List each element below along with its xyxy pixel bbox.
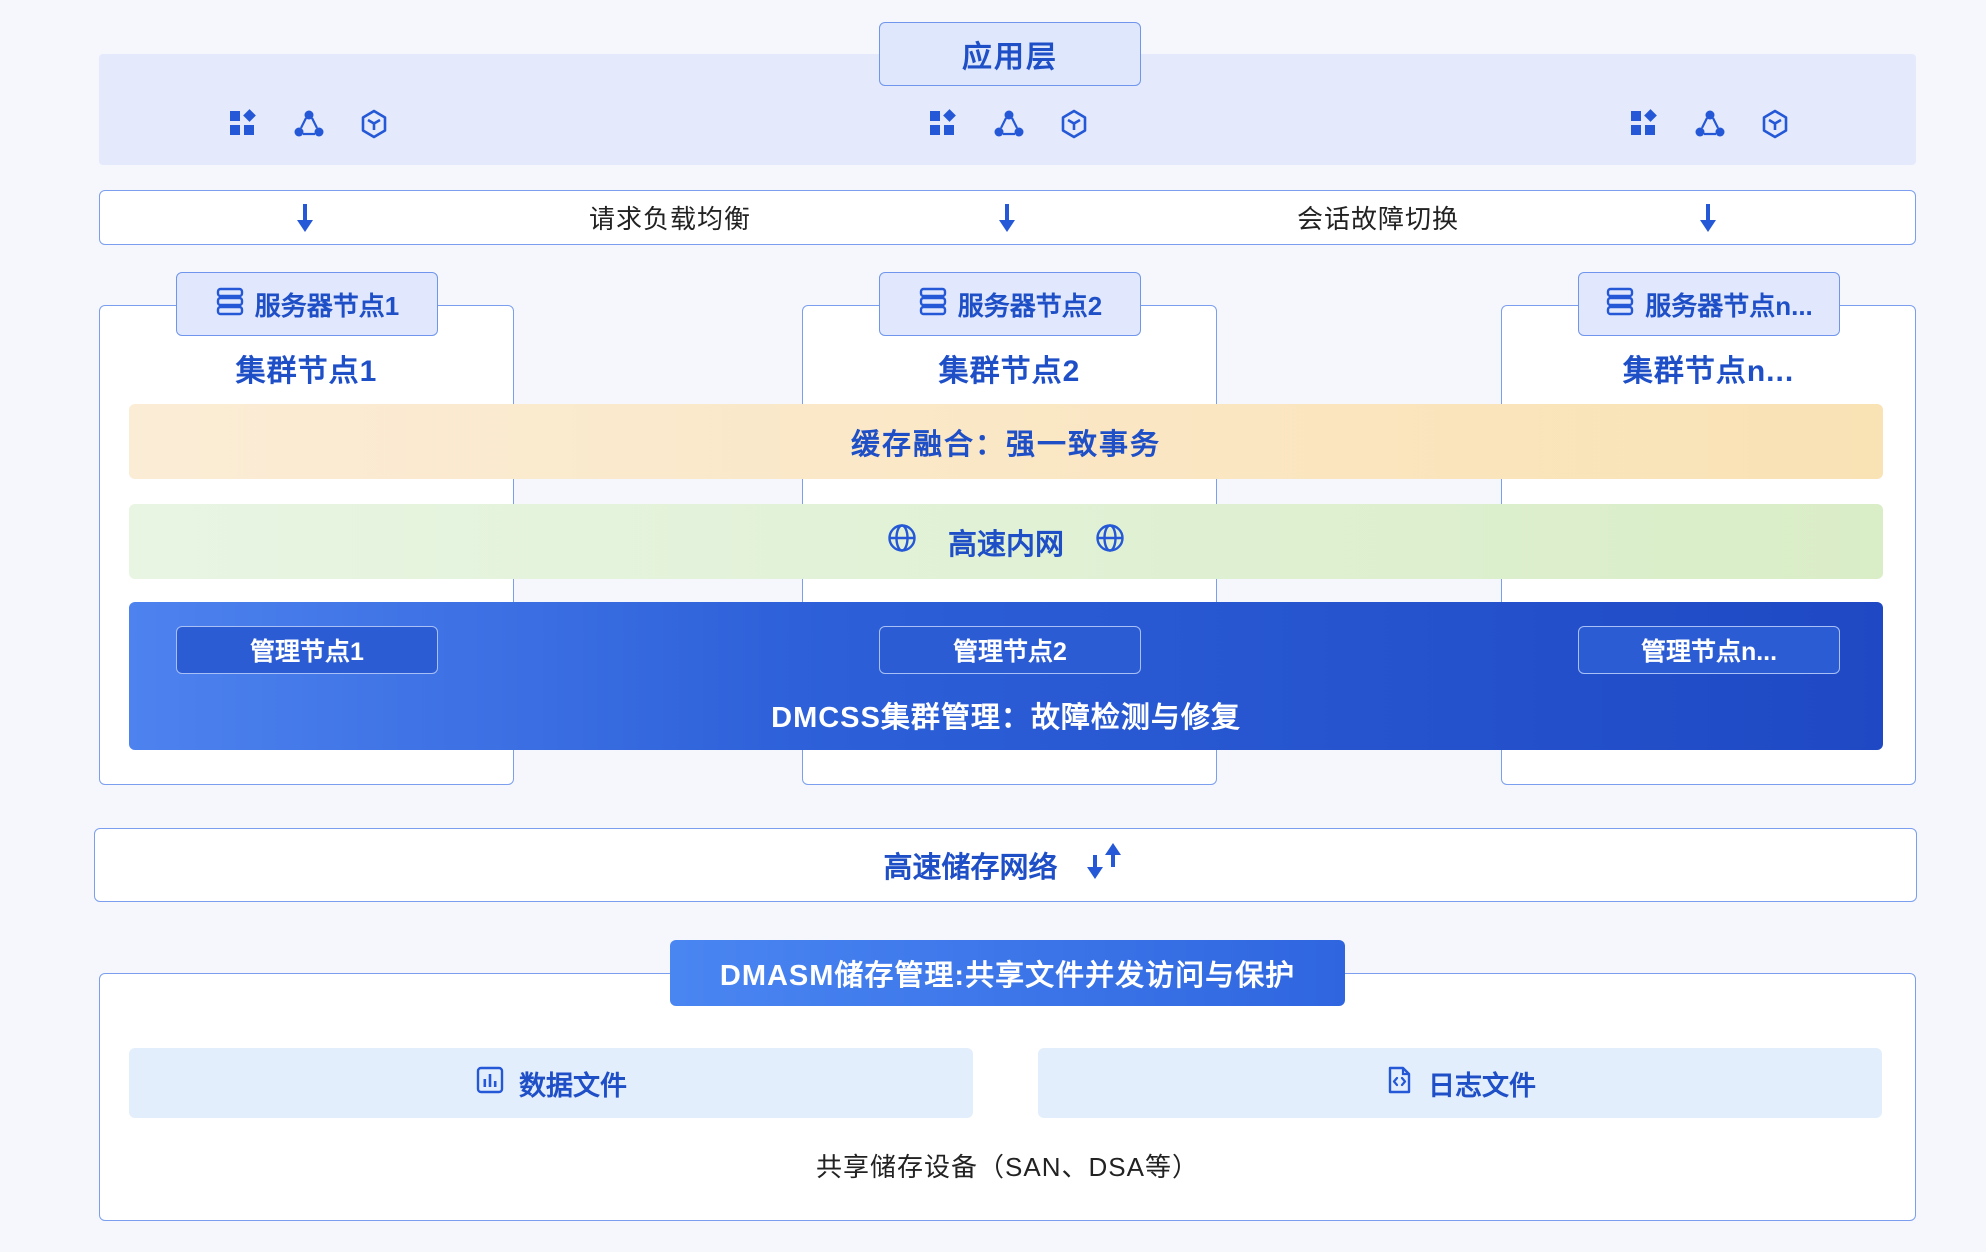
- apps-icon: [1629, 108, 1661, 140]
- storage-network-bar: 高速储存网络: [94, 828, 1917, 902]
- cluster-node-title-3: 集群节点n...: [1622, 355, 1795, 388]
- nodes-icon: [993, 108, 1025, 140]
- server-icon: [918, 286, 948, 323]
- cube-icon: [1759, 108, 1791, 140]
- app-icon-group-3: [1629, 108, 1791, 140]
- internal-network-layer: 高速内网: [129, 504, 1883, 579]
- session-failover-label: 会话故障切换: [1296, 204, 1459, 234]
- server-node-tag-1: 服务器节点1: [176, 272, 438, 336]
- app-icon-group-2: [928, 108, 1090, 140]
- globe-icon: [1094, 522, 1126, 562]
- log-file-box: 日志文件: [1038, 1048, 1882, 1118]
- code-file-icon: [1384, 1065, 1414, 1102]
- cube-icon: [1058, 108, 1090, 140]
- management-node-tag-1: 管理节点1: [176, 626, 438, 674]
- nodes-icon: [293, 108, 325, 140]
- apps-icon: [228, 108, 260, 140]
- arrow-down-icon: [294, 202, 316, 234]
- arrow-down-icon: [996, 202, 1018, 234]
- application-layer-title: 应用层: [879, 22, 1141, 86]
- cache-fusion-layer: 缓存融合：强一致事务: [129, 404, 1883, 479]
- apps-icon: [928, 108, 960, 140]
- server-node-tag-2: 服务器节点2: [879, 272, 1141, 336]
- bar-chart-icon: [475, 1065, 505, 1102]
- internal-network-label: 高速内网: [947, 528, 1064, 561]
- log-file-label: 日志文件: [1428, 1070, 1536, 1101]
- server-node-label: 服务器节点1: [254, 290, 400, 321]
- arrow-down-icon: [1697, 202, 1719, 234]
- server-icon: [215, 286, 245, 323]
- cube-icon: [358, 108, 390, 140]
- data-file-box: 数据文件: [129, 1048, 973, 1118]
- nodes-icon: [1694, 108, 1726, 140]
- management-node-tag-2: 管理节点2: [879, 626, 1141, 674]
- data-file-label: 数据文件: [519, 1070, 627, 1101]
- server-icon: [1605, 286, 1635, 323]
- bidirectional-arrow-icon: [1080, 839, 1128, 891]
- app-icon-group-1: [228, 108, 390, 140]
- server-node-label: 服务器节点n...: [1645, 290, 1813, 321]
- dmcss-title: DMCSS集群管理：故障检测与修复: [771, 702, 1241, 734]
- globe-icon: [886, 522, 918, 562]
- shared-storage-device-label: 共享储存设备（SAN、DSA等）: [816, 1151, 1199, 1182]
- load-balance-label: 请求负载均衡: [588, 204, 751, 234]
- cluster-node-title-1: 集群节点1: [235, 355, 378, 388]
- cluster-node-title-2: 集群节点2: [938, 355, 1081, 388]
- server-node-tag-3: 服务器节点n...: [1578, 272, 1840, 336]
- dmasm-title: DMASM储存管理:共享文件并发访问与保护: [670, 940, 1345, 1006]
- server-node-label: 服务器节点2: [957, 290, 1103, 321]
- storage-network-label: 高速储存网络: [883, 852, 1058, 884]
- management-node-tag-3: 管理节点n...: [1578, 626, 1840, 674]
